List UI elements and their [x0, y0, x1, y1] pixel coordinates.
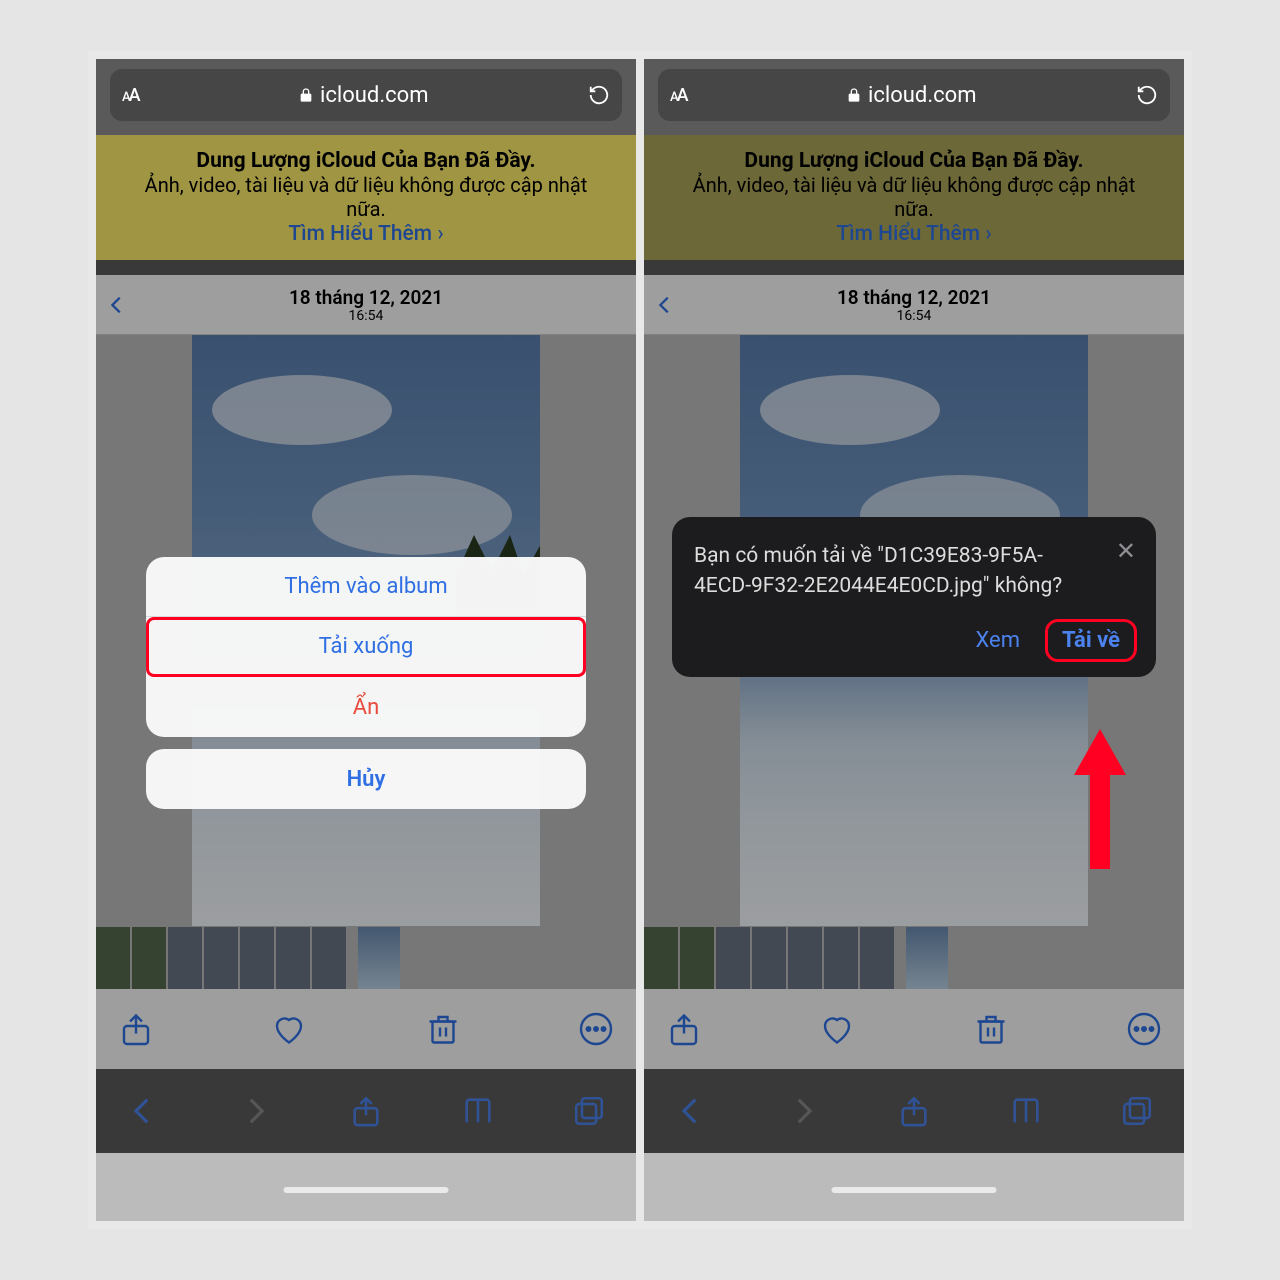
refresh-icon[interactable] — [588, 84, 610, 106]
reader-aa-button[interactable]: AA — [122, 85, 139, 106]
close-icon[interactable]: ✕ — [1116, 537, 1136, 565]
photo-time: 16:54 — [289, 308, 443, 324]
safari-forward-icon — [238, 1094, 272, 1128]
chevron-right-icon: › — [985, 222, 991, 246]
tabs-icon[interactable] — [572, 1094, 606, 1128]
address-field[interactable]: AA icloud.com — [110, 69, 622, 121]
banner-body: Ảnh, video, tài liệu và dữ liệu không đư… — [674, 173, 1154, 221]
thumbnail-strip[interactable] — [96, 927, 636, 989]
banner-learn-more-link[interactable]: Tìm Hiểu Thêm › — [288, 222, 443, 246]
url-display: icloud.com — [298, 83, 428, 108]
photo-date: 18 tháng 12, 2021 — [289, 286, 443, 309]
share-icon[interactable] — [118, 1011, 154, 1047]
safari-address-bar: AA icloud.com — [644, 69, 1184, 121]
view-button[interactable]: Xem — [962, 622, 1034, 659]
more-icon[interactable] — [578, 1011, 614, 1047]
address-field[interactable]: AA icloud.com — [658, 69, 1170, 121]
safari-share-icon[interactable] — [897, 1094, 931, 1128]
trash-icon[interactable] — [973, 1011, 1009, 1047]
photo-time: 16:54 — [837, 308, 991, 324]
action-add-to-album[interactable]: Thêm vào album — [146, 557, 586, 617]
banner-learn-more-link[interactable]: Tìm Hiểu Thêm › — [836, 222, 991, 246]
reader-aa-button[interactable]: AA — [670, 85, 687, 106]
banner-body: Ảnh, video, tài liệu và dữ liệu không đư… — [126, 173, 606, 221]
download-confirm-dialog: ✕ Bạn có muốn tải về "D1C39E83-9F5A-4ECD… — [672, 517, 1156, 677]
download-message: Bạn có muốn tải về "D1C39E83-9F5A-4ECD-9… — [694, 541, 1134, 602]
action-cancel[interactable]: Hủy — [146, 749, 586, 809]
annotation-arrow-icon — [1074, 729, 1126, 869]
back-button[interactable] — [654, 290, 676, 320]
photo-header: 18 tháng 12, 2021 16:54 — [96, 275, 636, 335]
safari-toolbar — [644, 1069, 1184, 1153]
action-sheet: Thêm vào album Tải xuống Ẩn Hủy — [146, 557, 586, 821]
tabs-icon[interactable] — [1120, 1094, 1154, 1128]
safari-forward-icon — [786, 1094, 820, 1128]
bookmarks-icon[interactable] — [1009, 1094, 1043, 1128]
photo-header: 18 tháng 12, 2021 16:54 — [644, 275, 1184, 335]
more-icon[interactable] — [1126, 1011, 1162, 1047]
safari-back-icon[interactable] — [126, 1094, 160, 1128]
screen-left: Dung Lượng iCloud Của Bạn Đã Đầy. Ảnh, v… — [96, 59, 636, 1221]
lock-icon — [298, 86, 314, 104]
share-icon[interactable] — [666, 1011, 702, 1047]
action-hide[interactable]: Ẩn — [146, 677, 586, 737]
trash-icon[interactable] — [425, 1011, 461, 1047]
home-indicator — [284, 1187, 449, 1193]
url-display: icloud.com — [846, 83, 976, 108]
safari-address-bar: AA icloud.com — [96, 69, 636, 121]
download-button[interactable]: Tải về — [1048, 622, 1134, 659]
back-button[interactable] — [106, 290, 128, 320]
safari-back-icon[interactable] — [674, 1094, 708, 1128]
icloud-storage-banner: Dung Lượng iCloud Của Bạn Đã Đầy. Ảnh, v… — [644, 135, 1184, 260]
home-indicator — [832, 1187, 997, 1193]
safari-share-icon[interactable] — [349, 1094, 383, 1128]
photos-toolbar — [96, 989, 636, 1069]
bookmarks-icon[interactable] — [461, 1094, 495, 1128]
photo-date: 18 tháng 12, 2021 — [837, 286, 991, 309]
photos-toolbar — [644, 989, 1184, 1069]
screen-right: Dung Lượng iCloud Của Bạn Đã Đầy. Ảnh, v… — [644, 59, 1184, 1221]
lock-icon — [846, 86, 862, 104]
banner-title: Dung Lượng iCloud Của Bạn Đã Đầy. — [674, 149, 1154, 173]
heart-icon[interactable] — [271, 1011, 307, 1047]
refresh-icon[interactable] — [1136, 84, 1158, 106]
safari-toolbar — [96, 1069, 636, 1153]
action-download[interactable]: Tải xuống — [146, 617, 586, 677]
chevron-right-icon: › — [437, 222, 443, 246]
thumbnail-strip[interactable] — [644, 927, 1184, 989]
heart-icon[interactable] — [819, 1011, 855, 1047]
icloud-storage-banner: Dung Lượng iCloud Của Bạn Đã Đầy. Ảnh, v… — [96, 135, 636, 260]
banner-title: Dung Lượng iCloud Của Bạn Đã Đầy. — [126, 149, 606, 173]
